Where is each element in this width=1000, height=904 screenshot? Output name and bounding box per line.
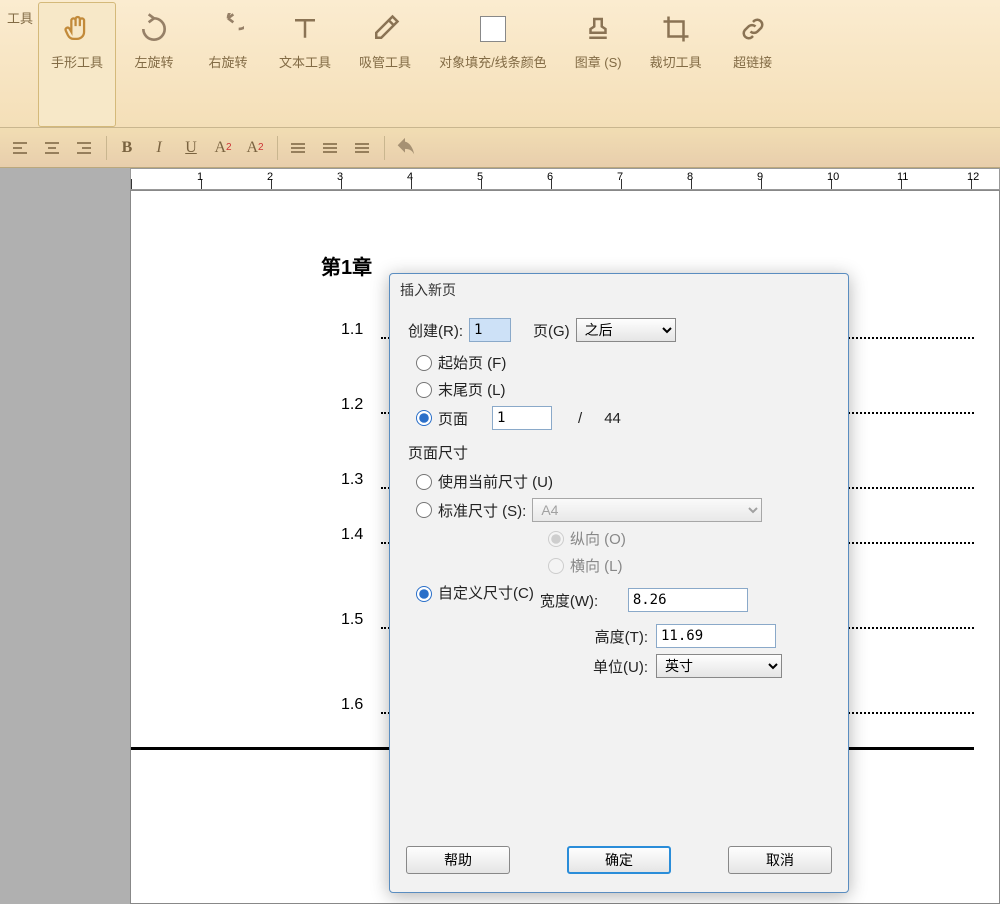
toc-item: 1.2 (341, 396, 381, 414)
total-pages: 44 (604, 410, 621, 427)
first-page-label: 起始页 (F) (438, 352, 506, 373)
chapter-heading: 第1章 (321, 251, 372, 280)
eyedropper-icon (367, 11, 403, 47)
ruler: 1 2 3 4 5 6 7 8 9 10 11 12 (130, 168, 1000, 190)
use-current-label: 使用当前尺寸 (U) (438, 471, 553, 492)
page-label: 页面 (438, 408, 468, 429)
toc-item: 1.3 (341, 471, 381, 489)
toc-item: 1.6 (341, 696, 381, 714)
align-right-icon[interactable] (72, 136, 96, 160)
page-number-input[interactable] (492, 406, 552, 430)
standard-size-select[interactable]: A4 (532, 498, 762, 522)
crop-icon (658, 11, 694, 47)
standard-radio[interactable] (416, 502, 432, 518)
dialog-title: 插入新页 (390, 274, 848, 306)
ok-button[interactable]: 确定 (567, 846, 671, 874)
page-suffix-label: 页(G) (533, 320, 570, 341)
use-current-radio[interactable] (416, 474, 432, 490)
portrait-label: 纵向 (O) (570, 528, 626, 549)
first-page-radio[interactable] (416, 355, 432, 371)
fill-color-button[interactable]: 对象填充/线条颜色 (426, 2, 560, 127)
rotate-left-button[interactable]: 左旋转 (118, 2, 190, 127)
help-button[interactable]: 帮助 (406, 846, 510, 874)
landscape-radio (548, 558, 564, 574)
insert-page-dialog: 插入新页 创建(R): 页(G) 之后 起始页 (F) 末尾页 (L) 页面 /… (389, 273, 849, 893)
rotate-right-button[interactable]: 右旋转 (192, 2, 264, 127)
rotate-right-icon (210, 11, 246, 47)
list-icon-3[interactable] (350, 136, 374, 160)
unit-label: 单位(U): (408, 656, 648, 677)
height-label: 高度(T): (408, 626, 648, 647)
format-toolbar: B I U A2 A2 (0, 128, 1000, 168)
color-swatch-icon (475, 11, 511, 47)
hand-tool-button[interactable]: 手形工具 (38, 2, 116, 127)
custom-label: 自定义尺寸(C) (438, 582, 534, 603)
italic-button[interactable]: I (147, 136, 171, 160)
position-select[interactable]: 之后 (576, 318, 676, 342)
cancel-button[interactable]: 取消 (728, 846, 832, 874)
list-icon-1[interactable] (286, 136, 310, 160)
width-label: 宽度(W): (540, 590, 620, 611)
last-page-radio[interactable] (416, 382, 432, 398)
bold-button[interactable]: B (115, 136, 139, 160)
eyedropper-button[interactable]: 吸管工具 (346, 2, 424, 127)
standard-label: 标准尺寸 (S): (438, 500, 526, 521)
stamp-icon (580, 11, 616, 47)
list-icon-2[interactable] (318, 136, 342, 160)
hyperlink-button[interactable]: 超链接 (717, 2, 789, 127)
toc-item: 1.4 (341, 526, 381, 544)
last-page-label: 末尾页 (L) (438, 379, 506, 400)
toc-item: 1.5 (341, 611, 381, 629)
subscript-button[interactable]: A2 (243, 136, 267, 160)
height-input[interactable] (656, 624, 776, 648)
underline-button[interactable]: U (179, 136, 203, 160)
page-separator: / (578, 410, 582, 427)
hand-icon (59, 11, 95, 47)
toc-item: 1.1 (341, 321, 381, 339)
text-tool-button[interactable]: 文本工具 (266, 2, 344, 127)
link-icon (735, 11, 771, 47)
align-left-icon[interactable] (8, 136, 32, 160)
custom-radio[interactable] (416, 586, 432, 602)
create-count-input[interactable] (469, 318, 511, 342)
main-toolbar: 工具 手形工具 左旋转 右旋转 文本工具 吸管工具 对象填充/线条颜色 (0, 0, 1000, 128)
create-label: 创建(R): (408, 320, 463, 341)
tool-btn-generic[interactable]: 工具 (4, 2, 36, 127)
undo-button[interactable] (393, 136, 417, 160)
landscape-label: 横向 (L) (570, 555, 623, 576)
stamp-button[interactable]: 图章 (S) (562, 2, 635, 127)
page-size-section-label: 页面尺寸 (408, 442, 830, 463)
text-icon (287, 11, 323, 47)
crop-button[interactable]: 裁切工具 (637, 2, 715, 127)
rotate-left-icon (136, 11, 172, 47)
align-center-icon[interactable] (40, 136, 64, 160)
portrait-radio (548, 531, 564, 547)
superscript-button[interactable]: A2 (211, 136, 235, 160)
unit-select[interactable]: 英寸 (656, 654, 782, 678)
width-input[interactable] (628, 588, 748, 612)
page-radio[interactable] (416, 410, 432, 426)
